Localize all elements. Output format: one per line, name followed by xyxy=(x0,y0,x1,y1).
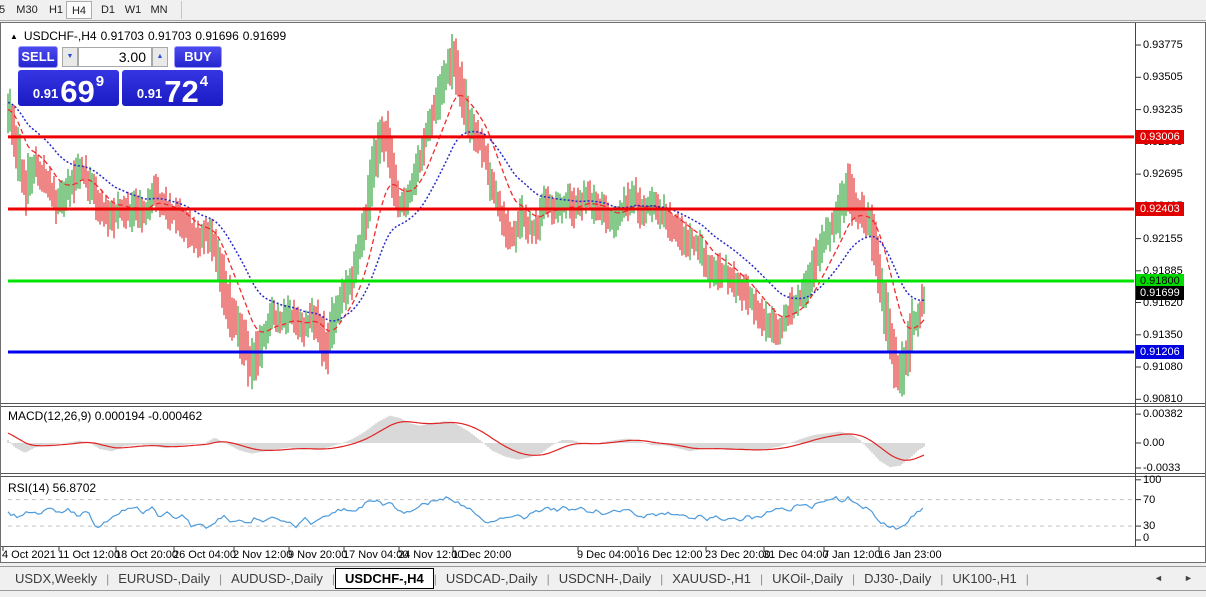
chart-header: ▲ USDCHF-,H4 0.91703 0.91703 0.91696 0.91699 xyxy=(10,29,290,43)
time-axis-label: 18 Oct 20:00 xyxy=(115,549,178,561)
sell-button[interactable]: SELL xyxy=(18,46,58,68)
buy-price-display[interactable]: 0.91 72 4 xyxy=(122,70,223,106)
timeframe-button-5[interactable]: 5 xyxy=(0,1,10,19)
sell-price-big: 69 xyxy=(60,77,94,106)
sell-price-display[interactable]: 0.91 69 9 xyxy=(18,70,119,106)
collapse-panel-icon[interactable]: ▲ xyxy=(10,32,18,41)
volume-down-button[interactable]: ▼ xyxy=(62,47,78,67)
tab-scroll-left-icon[interactable]: ◄ xyxy=(1154,573,1163,583)
timeframe-button-m30[interactable]: M30 xyxy=(10,1,44,19)
chart-tab-bar: USDX,Weekly|EURUSD-,Daily|AUDUSD-,Daily|… xyxy=(0,566,1206,591)
time-axis-label: 16 Jan 23:00 xyxy=(878,549,942,561)
buy-price-pip: 4 xyxy=(200,73,208,90)
buy-price-prefix: 0.91 xyxy=(137,86,162,101)
macd-label: MACD(12,26,9) 0.000194 -0.000462 xyxy=(8,409,202,423)
rsi-tick-label: 70 xyxy=(1143,494,1155,506)
chart-tab-ukoil[interactable]: UKOil-,Daily xyxy=(763,568,852,589)
time-axis-label: 7 Jan 12:00 xyxy=(823,549,881,561)
price-tick-label: 0.92695 xyxy=(1143,168,1183,180)
time-axis-label: 9 Dec 04:00 xyxy=(577,549,636,561)
time-axis-label: 1 Dec 20:00 xyxy=(452,549,511,561)
chart-tab-xauusd[interactable]: XAUUSD-,H1 xyxy=(663,568,760,589)
volume-input[interactable] xyxy=(78,47,152,67)
tab-separator: | xyxy=(1026,572,1029,586)
price-tick-label: 0.93775 xyxy=(1143,39,1183,51)
macd-tick-label: 0.00 xyxy=(1143,437,1164,449)
price-tick-label: 0.91350 xyxy=(1143,329,1183,341)
volume-up-button[interactable]: ▲ xyxy=(152,47,168,67)
volume-down-icon: ▼ xyxy=(67,53,74,60)
timeframe-toolbar: 5M30H1H4D1W1MN xyxy=(0,0,1206,21)
price-level-badge: 0.91699 xyxy=(1136,286,1184,300)
price-tick-label: 0.91080 xyxy=(1143,361,1183,373)
macd-tick-label: 0.00382 xyxy=(1143,408,1183,420)
mt4-terminal: ▲USDCHF-,H40.917030.917030.916960.91699 … xyxy=(0,0,1206,597)
buy-price-big: 72 xyxy=(164,77,198,106)
timeframe-button-h1[interactable]: H1 xyxy=(44,1,68,19)
buy-button[interactable]: BUY xyxy=(174,46,222,68)
price-level-badge: 0.93006 xyxy=(1136,130,1184,144)
time-axis-label: 4 Oct 2021 xyxy=(2,549,56,561)
time-axis-label: 26 Oct 04:00 xyxy=(173,549,236,561)
price-tick-label: 0.93505 xyxy=(1143,71,1183,83)
ohlc-open: 0.91703 xyxy=(101,29,144,43)
toolbar-separator xyxy=(181,1,182,19)
time-axis-label: 31 Dec 04:00 xyxy=(763,549,828,561)
timeframe-button-h4[interactable]: H4 xyxy=(66,1,92,19)
price-tick-label: 0.92155 xyxy=(1143,233,1183,245)
sell-price-pip: 9 xyxy=(96,73,104,90)
time-axis-label: 9 Nov 20:00 xyxy=(288,549,347,561)
price-tick-label: 0.90810 xyxy=(1143,393,1183,405)
time-axis-label: 2 Nov 12:00 xyxy=(233,549,292,561)
timeframe-button-d1[interactable]: D1 xyxy=(96,1,120,19)
chart-tab-eurusd[interactable]: EURUSD-,Daily xyxy=(109,568,219,589)
tab-scroll-right-icon[interactable]: ► xyxy=(1184,573,1193,583)
window-bottom-strip xyxy=(0,592,1206,597)
chart-tab-audusd[interactable]: AUDUSD-,Daily xyxy=(222,568,332,589)
timeframe-button-mn[interactable]: MN xyxy=(146,1,172,19)
chart-tab-usdcnh[interactable]: USDCNH-,Daily xyxy=(550,568,660,589)
price-tick-label: 0.93235 xyxy=(1143,104,1183,116)
chart-tab-usdcad[interactable]: USDCAD-,Daily xyxy=(437,568,547,589)
chart-symbol-title: USDCHF-,H4 xyxy=(24,29,97,43)
price-level-badge: 0.91206 xyxy=(1136,345,1184,359)
chart-tab-dj30[interactable]: DJ30-,Daily xyxy=(855,568,940,589)
chart-tab-uk100[interactable]: UK100-,H1 xyxy=(943,568,1025,589)
timeframe-button-w1[interactable]: W1 xyxy=(120,1,146,19)
rsi-tick-label: 0 xyxy=(1143,532,1149,544)
sell-price-prefix: 0.91 xyxy=(33,86,58,101)
ohlc-close: 0.91699 xyxy=(243,29,286,43)
chart-tab-usdchf[interactable]: USDCHF-,H4 xyxy=(335,568,434,589)
time-axis-label: 23 Dec 20:00 xyxy=(705,549,770,561)
price-level-badge: 0.92403 xyxy=(1136,202,1184,216)
time-axis-label: 11 Oct 12:00 xyxy=(58,549,120,561)
rsi-label: RSI(14) 56.8702 xyxy=(8,481,96,495)
volume-up-icon: ▲ xyxy=(157,53,164,60)
time-axis-label: 16 Dec 12:00 xyxy=(637,549,702,561)
rsi-tick-label: 100 xyxy=(1143,474,1161,486)
chart-tab-usdx[interactable]: USDX,Weekly xyxy=(6,568,106,589)
ohlc-low: 0.91696 xyxy=(195,29,238,43)
macd-tick-label: -0.0033 xyxy=(1143,462,1180,474)
ohlc-high: 0.91703 xyxy=(148,29,191,43)
rsi-tick-label: 30 xyxy=(1143,520,1155,532)
